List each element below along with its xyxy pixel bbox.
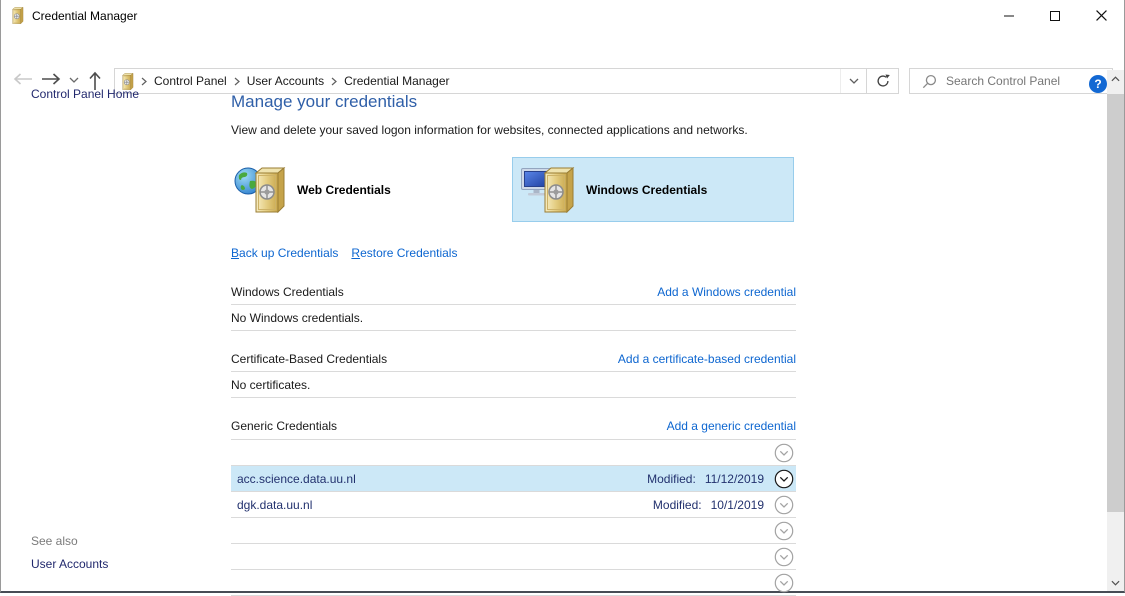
tile-label: Windows Credentials — [586, 183, 707, 197]
question-mark-icon: ? — [1094, 77, 1101, 91]
expand-chevron-button[interactable] — [774, 521, 794, 541]
separator — [231, 397, 796, 398]
credential-row[interactable] — [231, 570, 796, 596]
windows-credentials-icon — [521, 165, 577, 215]
expand-chevron-button[interactable] — [774, 573, 794, 593]
forward-button[interactable] — [41, 73, 61, 85]
chevron-down-icon — [1111, 580, 1120, 586]
address-dropdown-button[interactable] — [840, 69, 866, 93]
breadcrumb-separator-icon[interactable] — [134, 77, 154, 86]
window-title: Credential Manager — [32, 9, 137, 23]
back-button[interactable] — [13, 73, 33, 85]
no-certificates-text: No certificates. — [231, 378, 310, 392]
credential-row[interactable]: acc.science.data.uu.nl Modified: 11/12/2… — [231, 466, 796, 492]
refresh-button[interactable] — [866, 68, 899, 94]
modified-date: 10/1/2019 — [711, 498, 764, 512]
page-description: View and delete your saved logon informa… — [231, 123, 748, 137]
add-windows-credential-link[interactable]: Add a Windows credential — [657, 285, 796, 299]
credential-row[interactable]: dgk.data.uu.nl Modified: 10/1/2019 — [231, 492, 796, 518]
section-title-generic-credentials: Generic Credentials — [231, 419, 337, 433]
tile-web-credentials[interactable]: Web Credentials — [231, 157, 512, 222]
expand-chevron-button[interactable] — [774, 469, 794, 489]
see-also-label: See also — [31, 534, 78, 548]
add-certificate-credential-link[interactable]: Add a certificate-based credential — [618, 352, 796, 366]
navigation-toolbar: Control Panel User Accounts Credential M… — [1, 31, 1124, 69]
modified-date: 11/12/2019 — [705, 472, 764, 486]
expand-chevron-button[interactable] — [774, 547, 794, 567]
separator — [231, 371, 796, 372]
search-box[interactable] — [909, 68, 1113, 94]
credential-row[interactable] — [231, 544, 796, 570]
separator — [231, 330, 796, 331]
maximize-button[interactable] — [1032, 0, 1078, 31]
search-input[interactable] — [946, 74, 1112, 88]
breadcrumb-item-credential-manager[interactable]: Credential Manager — [344, 74, 449, 88]
web-credentials-icon — [234, 165, 288, 215]
credential-row[interactable] — [231, 518, 796, 544]
tile-windows-credentials[interactable]: Windows Credentials — [512, 157, 794, 222]
tile-label: Web Credentials — [297, 183, 391, 197]
section-title-windows-credentials: Windows Credentials — [231, 285, 344, 299]
maximize-icon — [1050, 11, 1060, 21]
separator — [231, 304, 796, 305]
breadcrumb-separator-icon[interactable] — [227, 77, 247, 86]
credential-name-link[interactable]: dgk.data.uu.nl — [237, 498, 312, 512]
credential-row[interactable] — [231, 440, 796, 466]
scroll-thumb[interactable] — [1107, 94, 1124, 512]
sidebar-user-accounts-link[interactable]: User Accounts — [31, 557, 108, 571]
help-button[interactable]: ? — [1089, 75, 1107, 93]
minimize-button[interactable] — [986, 0, 1032, 31]
chevron-down-icon — [849, 78, 859, 84]
backup-credentials-link[interactable]: Back up Credentials — [231, 246, 338, 260]
breadcrumb-item-user-accounts[interactable]: User Accounts — [247, 74, 324, 88]
chevron-up-icon — [1111, 76, 1120, 82]
restore-credentials-link[interactable]: Restore Credentials — [351, 246, 457, 260]
expand-chevron-button[interactable] — [774, 495, 794, 515]
breadcrumb-item-control-panel[interactable]: Control Panel — [154, 74, 227, 88]
refresh-icon — [876, 74, 890, 88]
minimize-icon — [1004, 11, 1014, 21]
address-bar[interactable]: Control Panel User Accounts Credential M… — [114, 68, 867, 94]
search-icon — [922, 74, 937, 89]
vertical-scrollbar[interactable] — [1107, 70, 1124, 591]
modified-label: Modified: — [653, 498, 702, 512]
sidebar-control-panel-home-link[interactable]: Control Panel Home — [31, 87, 139, 101]
scroll-up-button[interactable] — [1107, 70, 1124, 87]
recent-pages-dropdown-icon[interactable] — [69, 77, 79, 83]
close-icon — [1096, 10, 1107, 21]
title-bar: Credential Manager — [1, 0, 1124, 31]
add-generic-credential-link[interactable]: Add a generic credential — [667, 419, 796, 433]
close-button[interactable] — [1078, 0, 1124, 31]
scroll-down-button[interactable] — [1107, 574, 1124, 591]
expand-chevron-button[interactable] — [774, 443, 794, 463]
modified-label: Modified: — [647, 472, 696, 486]
page-title: Manage your credentials — [231, 92, 417, 112]
credential-name-link[interactable]: acc.science.data.uu.nl — [237, 472, 356, 486]
generic-credentials-list: acc.science.data.uu.nl Modified: 11/12/2… — [231, 439, 796, 596]
section-title-certificate-credentials: Certificate-Based Credentials — [231, 352, 387, 366]
app-safe-icon — [11, 7, 24, 24]
no-windows-credentials-text: No Windows credentials. — [231, 311, 363, 325]
breadcrumb-separator-icon[interactable] — [324, 77, 344, 86]
